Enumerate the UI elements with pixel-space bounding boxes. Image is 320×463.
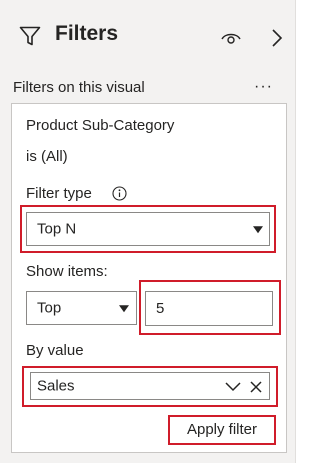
filter-type-label: Filter type — [26, 185, 92, 202]
close-icon[interactable] — [250, 381, 262, 393]
show-items-count-input[interactable] — [145, 291, 273, 326]
filter-type-dropdown[interactable]: Top N — [26, 212, 270, 246]
by-value-field-name: Sales — [37, 377, 75, 395]
show-items-direction-dropdown[interactable]: Top — [26, 291, 137, 325]
filter-field-name: Product Sub-Category — [26, 117, 175, 134]
by-value-field-well[interactable]: Sales — [30, 372, 270, 400]
pane-title: Filters — [55, 22, 119, 45]
filter-summary: is (All) — [26, 148, 68, 165]
dropdown-caret-icon — [253, 226, 263, 234]
filters-header: Filters — [0, 0, 296, 70]
chevron-down-icon[interactable] — [225, 382, 241, 392]
chevron-right-icon[interactable] — [270, 28, 284, 48]
section-label: Filters on this visual — [13, 79, 145, 96]
eye-icon[interactable] — [221, 31, 241, 45]
apply-filter-button[interactable]: Apply filter — [168, 415, 276, 445]
dropdown-caret-icon — [119, 305, 129, 313]
show-items-direction-value: Top — [37, 299, 62, 317]
filter-type-value: Top N — [37, 220, 77, 238]
filters-pane: Filters Filters on this visual ··· Produ… — [0, 0, 296, 463]
more-options-icon[interactable]: ··· — [254, 78, 273, 96]
show-items-label: Show items: — [26, 263, 108, 280]
info-icon — [112, 186, 127, 201]
filter-icon — [19, 26, 41, 46]
by-value-label: By value — [26, 342, 84, 359]
